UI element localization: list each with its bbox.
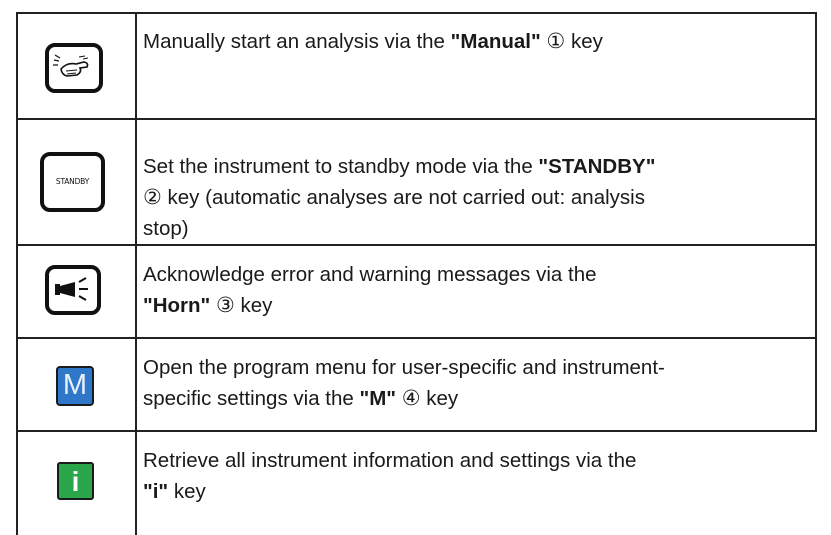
key-name: "Horn"	[143, 294, 211, 317]
row-description: Set the instrument to standby mode via t…	[143, 151, 813, 244]
description-text: Manually start an analysis via the	[143, 30, 451, 53]
description-text: key	[565, 30, 603, 53]
key-name: "Manual"	[450, 30, 541, 53]
description-text: key	[234, 294, 273, 317]
description-text: stop)	[143, 217, 189, 240]
standby-key-icon: STANDBY	[55, 177, 90, 186]
callout-number: ②	[143, 185, 162, 209]
description-text: Open the program menu for user-specific …	[143, 356, 665, 379]
row-description: Acknowledge error and warning messages v…	[143, 259, 813, 321]
description-text: key	[420, 387, 459, 410]
row-description: Retrieve all instrument information and …	[143, 445, 813, 507]
horn-key	[45, 265, 101, 315]
menu-m-icon: M	[62, 369, 88, 401]
table-right-border	[815, 12, 817, 430]
row-description: Manually start an analysis via the "Manu…	[143, 26, 813, 57]
column-divider	[135, 12, 137, 535]
manual-key	[45, 43, 103, 93]
callout-number: ③	[215, 293, 235, 317]
description-text: Acknowledge error and warning messages v…	[143, 263, 597, 286]
key-name: "STANDBY"	[538, 155, 656, 178]
callout-number: ①	[546, 29, 566, 53]
description-text: key (automatic analyses are not carried …	[161, 186, 645, 209]
description-text: key	[168, 480, 206, 503]
horn-icon	[55, 277, 88, 301]
description-text: specific settings via the	[143, 387, 360, 410]
table-left-border	[16, 12, 18, 535]
standby-key: STANDBY	[40, 152, 105, 212]
key-name: "M"	[359, 387, 397, 410]
info-key: i	[57, 462, 94, 500]
key-name: "i"	[143, 480, 169, 503]
row-description: Open the program menu for user-specific …	[143, 352, 813, 414]
description-text: Retrieve all instrument information and …	[143, 449, 637, 472]
menu-key: M	[56, 366, 94, 406]
info-i-icon: i	[71, 466, 80, 497]
callout-number: ④	[401, 386, 421, 410]
description-text: Set the instrument to standby mode via t…	[143, 155, 539, 178]
manual-hand-icon	[53, 54, 89, 77]
